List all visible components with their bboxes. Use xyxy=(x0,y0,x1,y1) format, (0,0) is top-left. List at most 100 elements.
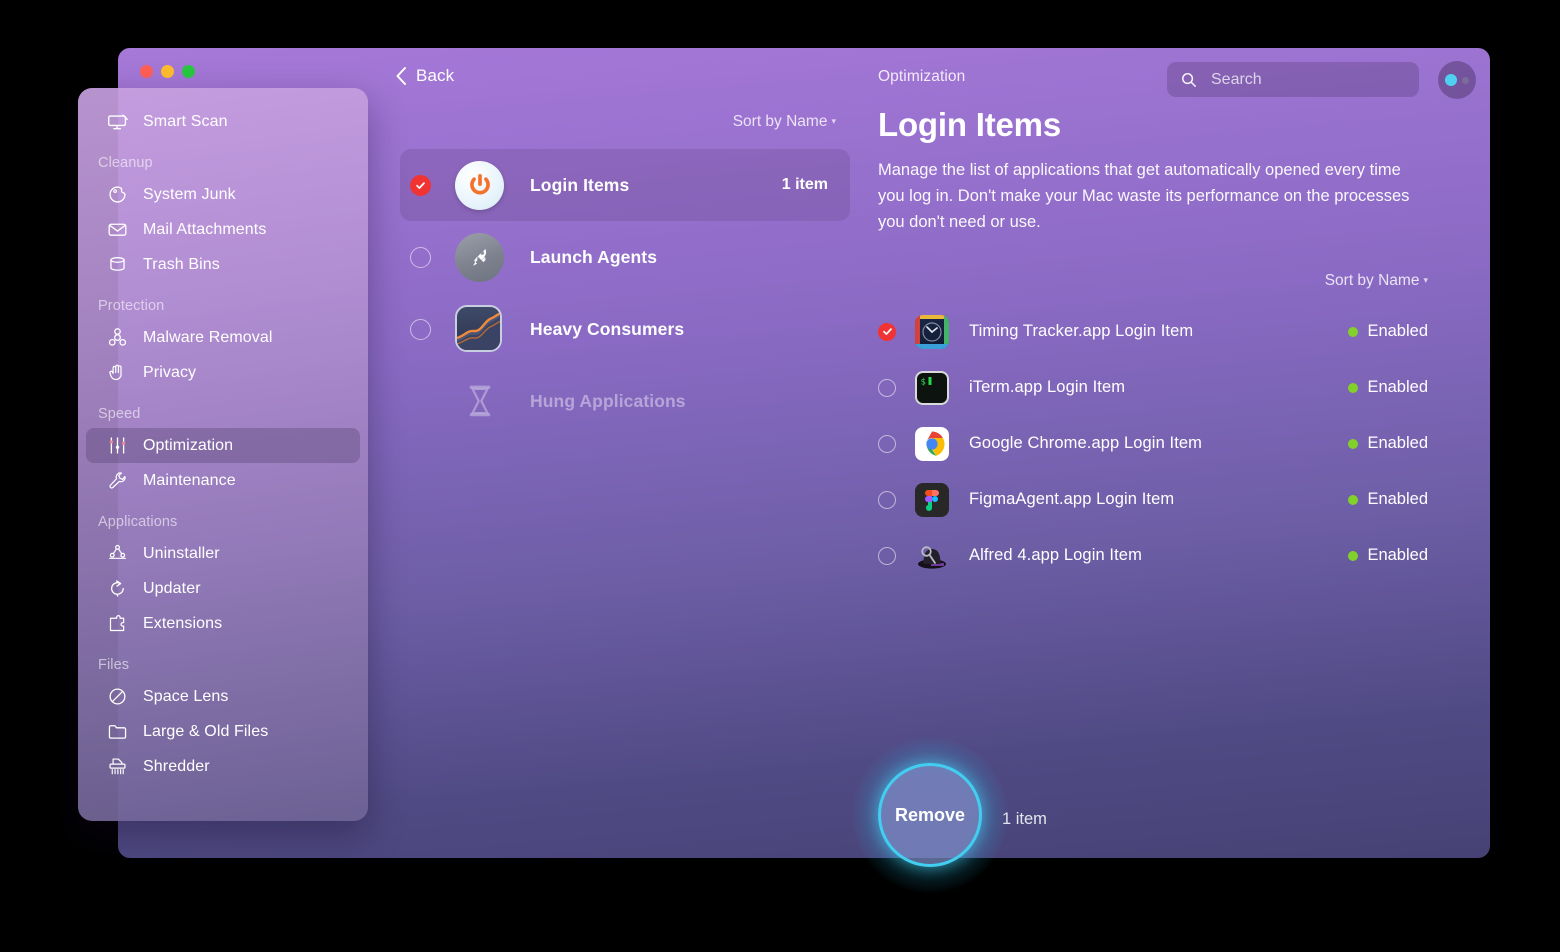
sidebar-item-malware-removal[interactable]: Malware Removal xyxy=(86,320,360,355)
list-item[interactable]: Google Chrome.app Login Item Enabled xyxy=(878,416,1450,472)
back-button[interactable]: Back xyxy=(395,66,454,86)
close-button[interactable] xyxy=(140,65,153,78)
category-row-launch-agents[interactable]: Launch Agents xyxy=(400,221,850,293)
status-badge: Enabled xyxy=(1348,546,1450,565)
sidebar-item-space-lens[interactable]: Space Lens xyxy=(86,679,360,714)
list-item[interactable]: Alfred 4.app Login Item Enabled xyxy=(878,528,1450,584)
remove-button-area: Remove xyxy=(852,737,1008,893)
hourglass-icon xyxy=(455,377,504,426)
hourglass-glyph-icon xyxy=(469,385,490,417)
avatar-indicator-icon xyxy=(1445,74,1457,86)
avatar-secondary-dot-icon xyxy=(1462,76,1469,84)
category-label: Hung Applications xyxy=(530,390,686,411)
sidebar-item-mail-attachments[interactable]: Mail Attachments xyxy=(86,212,360,247)
sidebar-item-label: Maintenance xyxy=(143,471,236,489)
status-badge: Enabled xyxy=(1348,490,1450,509)
sidebar-item-trash-bins[interactable]: Trash Bins xyxy=(86,247,360,282)
search-placeholder: Search xyxy=(1211,70,1262,88)
system-junk-icon xyxy=(106,183,129,206)
sidebar-group-title: Cleanup xyxy=(98,155,153,171)
item-checkbox[interactable] xyxy=(878,322,896,341)
items-sort-label: Sort by Name xyxy=(1324,271,1420,289)
category-sort-button[interactable]: Sort by Name ▾ xyxy=(400,113,850,131)
status-badge: Enabled xyxy=(1348,322,1450,341)
status-badge: Enabled xyxy=(1348,378,1450,397)
item-label: Timing Tracker.app Login Item xyxy=(969,322,1194,341)
sidebar-item-maintenance[interactable]: Maintenance xyxy=(86,463,360,498)
chrome-glyph-icon xyxy=(919,431,945,457)
sidebar-item-label: Large & Old Files xyxy=(143,722,269,740)
sidebar-item-label: System Junk xyxy=(143,185,236,203)
sidebar-item-label: Updater xyxy=(143,579,201,597)
sidebar-item-privacy[interactable]: Privacy xyxy=(86,355,360,390)
sidebar-item-label: Smart Scan xyxy=(143,112,228,130)
maintenance-wrench-icon xyxy=(106,469,129,492)
minimize-button[interactable] xyxy=(161,65,174,78)
sidebar-item-system-junk[interactable]: System Junk xyxy=(86,177,360,212)
list-item[interactable]: $ iTerm.app Login Item Enabled xyxy=(878,360,1450,416)
rocket-icon xyxy=(455,232,504,282)
alfred-app-icon xyxy=(915,539,949,573)
list-item[interactable]: FigmaAgent.app Login Item Enabled xyxy=(878,472,1450,528)
traffic-lights xyxy=(140,65,195,78)
shredder-icon xyxy=(106,755,129,778)
item-checkbox[interactable] xyxy=(878,546,896,565)
google-chrome-app-icon xyxy=(915,426,949,461)
category-count: 1 item xyxy=(781,176,828,193)
sidebar-group-title: Speed xyxy=(98,406,141,422)
back-label: Back xyxy=(416,66,455,85)
zoom-button[interactable] xyxy=(182,65,195,78)
category-label: Login Items xyxy=(530,174,630,195)
item-checkbox[interactable] xyxy=(878,490,896,509)
sidebar-group-title: Applications xyxy=(98,514,178,530)
status-label: Enabled xyxy=(1367,322,1428,341)
item-checkbox[interactable] xyxy=(878,434,896,453)
page-title: Login Items xyxy=(878,106,1061,143)
power-glyph-icon xyxy=(469,173,490,195)
remove-button[interactable]: Remove xyxy=(878,763,982,867)
chevron-down-icon: ▾ xyxy=(1423,275,1428,286)
avatar[interactable] xyxy=(1438,61,1476,99)
extensions-icon xyxy=(106,612,129,635)
category-checkbox[interactable] xyxy=(410,318,431,340)
remove-count-label: 1 item xyxy=(1002,810,1047,828)
category-checkbox[interactable] xyxy=(410,246,431,268)
sidebar-item-uninstaller[interactable]: Uninstaller xyxy=(86,536,360,571)
power-icon xyxy=(455,160,504,210)
status-label: Enabled xyxy=(1367,490,1428,509)
large-old-files-icon xyxy=(106,720,129,743)
item-label: FigmaAgent.app Login Item xyxy=(969,490,1175,509)
sidebar-item-shredder[interactable]: Shredder xyxy=(86,749,360,784)
sidebar-item-extensions[interactable]: Extensions xyxy=(86,606,360,641)
sidebar-item-updater[interactable]: Updater xyxy=(86,571,360,606)
category-row-login-items[interactable]: Login Items 1 item xyxy=(400,149,850,221)
category-row-heavy-consumers[interactable]: Heavy Consumers xyxy=(400,293,850,365)
chevron-down-icon: ▾ xyxy=(831,116,836,127)
timing-tracker-app-icon xyxy=(915,314,949,349)
item-label: Google Chrome.app Login Item xyxy=(969,434,1203,453)
item-checkbox[interactable] xyxy=(878,378,896,397)
sidebar-item-label: Trash Bins xyxy=(143,255,220,273)
items-sort-button[interactable]: Sort by Name ▾ xyxy=(878,272,1450,290)
status-label: Enabled xyxy=(1367,546,1428,565)
sidebar-item-optimization[interactable]: Optimization xyxy=(86,428,360,463)
sidebar-item-smart-scan[interactable]: Smart Scan xyxy=(86,104,360,139)
sidebar-item-label: Optimization xyxy=(143,436,234,454)
rocket-glyph-icon xyxy=(472,248,486,266)
sidebar-item-label: Shredder xyxy=(143,757,210,775)
status-dot-icon xyxy=(1348,438,1359,449)
remove-button-label: Remove xyxy=(894,804,966,825)
sidebar-group-title: Protection xyxy=(98,298,165,314)
iterm-app-icon: $ xyxy=(915,370,949,405)
sidebar-item-label: Mail Attachments xyxy=(143,220,267,238)
search-input[interactable]: Search xyxy=(1167,62,1419,97)
page-description: Manage the list of applications that get… xyxy=(878,161,1410,231)
list-item[interactable]: Timing Tracker.app Login Item Enabled xyxy=(878,304,1450,360)
category-checkbox[interactable] xyxy=(410,174,431,196)
sidebar-item-large-old-files[interactable]: Large & Old Files xyxy=(86,714,360,749)
category-row-hung-applications: Hung Applications xyxy=(400,365,850,437)
status-label: Enabled xyxy=(1367,434,1428,453)
sidebar-item-label: Extensions xyxy=(143,614,223,632)
chevron-left-icon xyxy=(396,67,406,85)
figma-glyph-icon xyxy=(925,489,939,511)
